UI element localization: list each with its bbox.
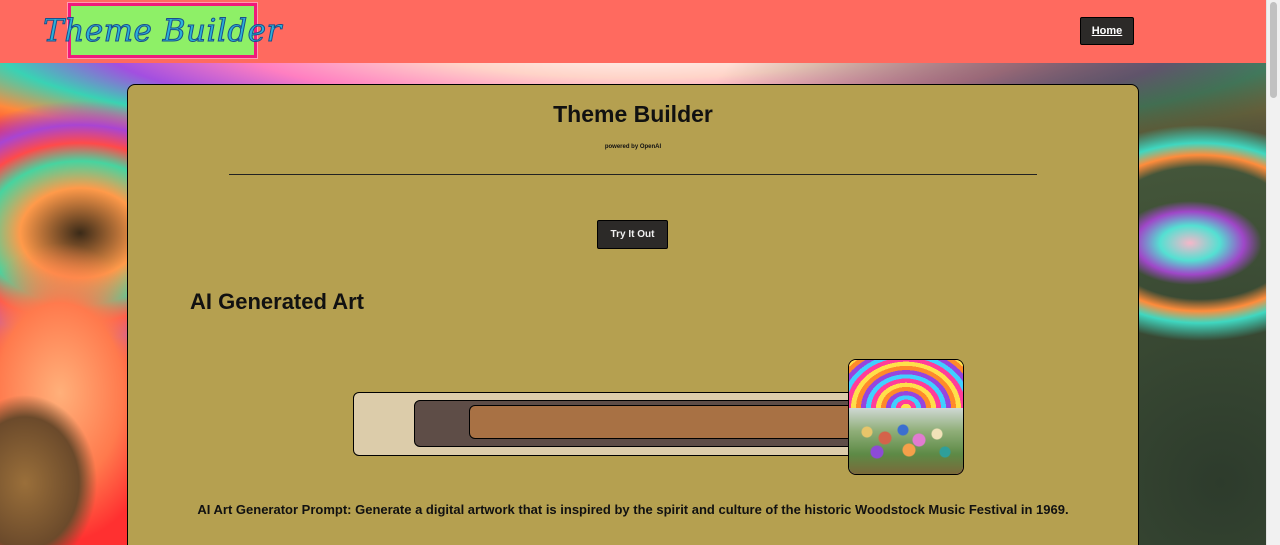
palette-swatch-3 bbox=[469, 405, 871, 439]
art-crowd bbox=[857, 420, 955, 460]
page-title: Theme Builder bbox=[553, 101, 713, 127]
main-card: Theme Builder powered by OpenAI Try It O… bbox=[127, 84, 1139, 545]
home-button[interactable]: Home bbox=[1080, 17, 1134, 45]
scrollbar-thumb[interactable] bbox=[1270, 2, 1277, 98]
ai-art-image[interactable] bbox=[848, 359, 964, 475]
image-icon bbox=[849, 360, 850, 361]
logo-text: Theme Builder bbox=[43, 12, 282, 49]
scrollbar[interactable] bbox=[1266, 0, 1280, 545]
try-it-out-button[interactable]: Try It Out bbox=[597, 220, 668, 249]
top-navbar: Theme Builder Home bbox=[0, 0, 1266, 63]
divider bbox=[229, 174, 1037, 175]
section-title: AI Generated Art bbox=[190, 289, 365, 314]
art-rings bbox=[849, 360, 963, 408]
art-prompt: AI Art Generator Prompt: Generate a digi… bbox=[197, 502, 1069, 517]
site-logo[interactable]: Theme Builder bbox=[43, 3, 282, 58]
powered-by-label: powered by OpenAI bbox=[604, 144, 662, 150]
